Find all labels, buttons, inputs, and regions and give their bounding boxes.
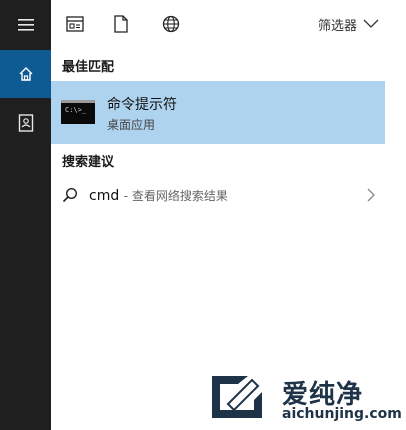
search-suggestions-heading: 搜索建议 [62,155,115,170]
document-icon [114,15,128,33]
home-button[interactable] [0,50,51,98]
document-contact-icon [18,114,33,132]
chevron-down-icon [363,19,379,28]
best-match-result[interactable]: C:\>_ 命令提示符 桌面应用 [51,81,385,144]
watermark-logo-icon [212,376,262,418]
watermark: 爱纯净 aichunjing.com [208,372,402,427]
filter-label: 筛选器 [317,18,357,34]
documents-filter-button[interactable] [111,14,131,34]
chevron-right-icon[interactable] [367,188,375,202]
web-globe-icon [162,15,180,33]
command-prompt-icon-text: C:\>_ [65,106,87,114]
result-subtitle: 桌面应用 [107,118,156,132]
apps-icon [66,16,84,32]
web-filter-button[interactable] [161,14,181,34]
documents-button[interactable] [0,100,51,146]
search-results-panel: 筛选器 最佳匹配 C:\>_ 命令提示符 桌面应用 搜索建议 cmd - 查看网… [51,0,385,430]
start-rail [0,0,51,430]
best-match-heading: 最佳匹配 [62,60,115,75]
toolbar: 筛选器 [51,0,385,48]
hamburger-menu-icon [17,19,34,31]
search-icon [62,187,78,203]
home-icon [19,67,32,81]
suggestion-item[interactable]: cmd - 查看网络搜索结果 [51,178,385,214]
suggestion-term: cmd [89,188,120,204]
apps-filter-button[interactable] [65,14,85,34]
menu-button[interactable] [0,2,51,48]
suggestion-text: cmd - 查看网络搜索结果 [89,187,228,204]
watermark-url: aichunjing.com [282,406,402,422]
filter-dropdown[interactable]: 筛选器 [318,14,379,34]
suggestion-hint: - 查看网络搜索结果 [123,189,228,203]
command-prompt-icon: C:\>_ [61,100,95,124]
result-title: 命令提示符 [107,97,177,113]
